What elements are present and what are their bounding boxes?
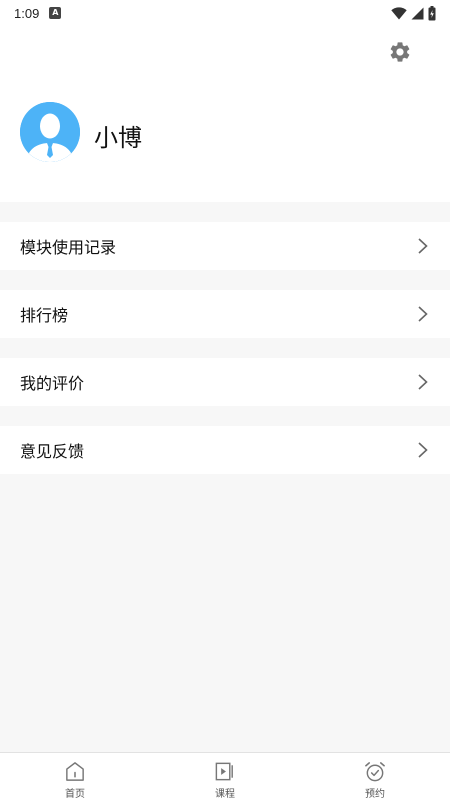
tab-label: 首页	[65, 789, 85, 800]
profile-screen: 1:09 A 小博 模块使用记录 排行榜 我的评价 意见反馈 首页 课程 预约	[0, 0, 450, 800]
status-time: 1:09	[14, 5, 40, 21]
menu-item-leaderboard[interactable]: 排行榜	[0, 290, 450, 338]
chevron-right-icon	[418, 238, 428, 254]
menu-item-my-reviews[interactable]: 我的评价	[0, 358, 450, 406]
menu-item-label: 模块使用记录	[20, 238, 117, 257]
avatar[interactable]	[20, 102, 80, 162]
gear-icon	[390, 42, 410, 62]
settings-button[interactable]	[386, 38, 414, 66]
menu-item-feedback[interactable]: 意见反馈	[0, 426, 450, 474]
tab-appointments[interactable]: 预约	[300, 753, 450, 800]
tab-courses[interactable]: 课程	[150, 753, 300, 800]
user-avatar-icon	[20, 102, 80, 162]
username: 小博	[94, 124, 142, 152]
menu-item-label: 排行榜	[20, 306, 69, 325]
chevron-right-icon	[418, 306, 428, 322]
status-indicators	[391, 5, 436, 21]
status-bar: 1:09 A	[0, 0, 450, 26]
menu-item-label: 我的评价	[20, 374, 85, 393]
battery-icon	[428, 5, 436, 20]
menu-item-module-usage[interactable]: 模块使用记录	[0, 222, 450, 270]
tab-home[interactable]: 首页	[0, 753, 150, 800]
chevron-right-icon	[418, 442, 428, 458]
wifi-icon	[391, 6, 407, 19]
menu-item-label: 意见反馈	[20, 442, 85, 461]
alarm-clock-icon	[365, 762, 385, 782]
chevron-right-icon	[418, 374, 428, 390]
tab-label: 课程	[215, 789, 235, 800]
tab-label: 预约	[365, 789, 385, 800]
bottom-tab-bar: 首页 课程 预约	[0, 752, 450, 800]
profile-header: 小博	[0, 26, 450, 202]
home-icon	[66, 762, 84, 781]
notification-icon: A	[49, 7, 62, 19]
signal-icon	[411, 7, 424, 19]
play-icon	[215, 762, 233, 781]
